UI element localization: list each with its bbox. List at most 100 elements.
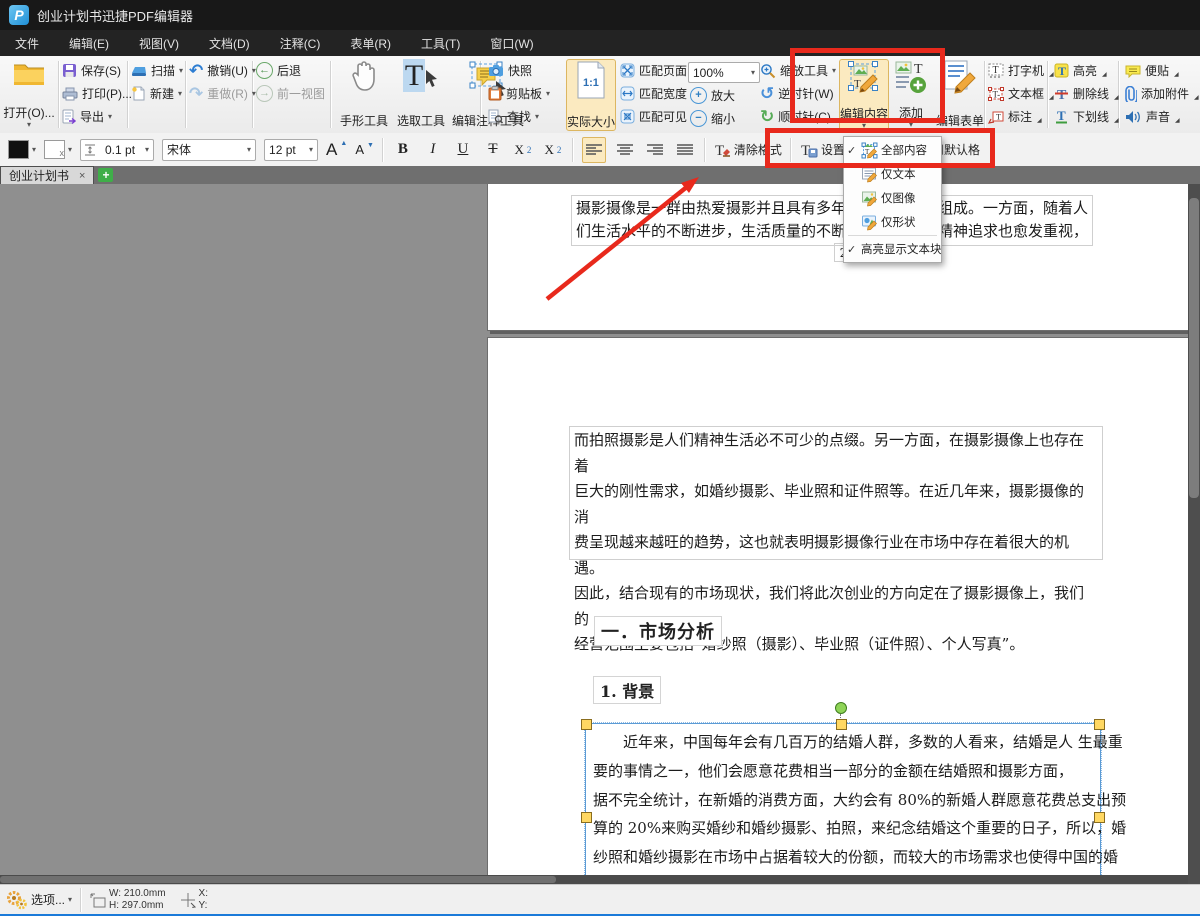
stroke-color-picker[interactable]: x ▾ bbox=[44, 140, 72, 159]
resize-handle-mid-right[interactable] bbox=[1094, 812, 1105, 823]
tab-close-icon[interactable]: × bbox=[79, 170, 85, 182]
rotate-handle[interactable] bbox=[835, 702, 847, 714]
vertical-scrollbar[interactable] bbox=[1188, 184, 1200, 884]
undo-button[interactable]: ↶ 撤销(U)▾ bbox=[187, 59, 258, 82]
select-tool-button[interactable]: T 选取工具 bbox=[394, 59, 448, 129]
sticky-note-button[interactable]: 便贴◢ bbox=[1123, 59, 1200, 82]
new-tab-button[interactable]: + bbox=[98, 168, 113, 182]
font-size-select[interactable]: 12 pt ▾ bbox=[264, 139, 318, 161]
options-button[interactable]: 选项... ▾ bbox=[6, 890, 72, 910]
typewriter-button[interactable]: T 打字机◢ bbox=[986, 59, 1056, 82]
main-toolbar: 打开(O)... ▾ 保存(S) 打印(P)... 导出 ▾ 扫描▾ bbox=[0, 56, 1200, 134]
textbox-button[interactable]: T- 文本框◢ bbox=[986, 82, 1056, 105]
heading-1[interactable]: 一．市场分析 bbox=[594, 616, 722, 646]
redo-button[interactable]: ↷ 重做(R)▾ bbox=[187, 82, 258, 105]
shapes-only-icon bbox=[861, 214, 878, 231]
back-button[interactable]: ← 后退 bbox=[254, 59, 327, 82]
increase-font-button[interactable]: A▲ bbox=[326, 140, 347, 160]
svg-text:T: T bbox=[715, 143, 724, 158]
hand-tool-button[interactable]: 手形工具 bbox=[336, 59, 392, 129]
document-tab[interactable]: 创业计划书 × bbox=[0, 166, 94, 184]
export-icon bbox=[62, 109, 76, 124]
callout-button[interactable]: T 标注◢ bbox=[986, 105, 1056, 128]
document-canvas[interactable]: 摄影摄像是一群由热爱摄影并且具有多年群组成。一方面，随着人 们生活水平的不断进步… bbox=[0, 184, 1200, 884]
zoom-in-button[interactable]: + 放大 bbox=[688, 84, 760, 107]
menu-item-images-only[interactable]: 仅图像 bbox=[844, 186, 941, 210]
superscript-button[interactable]: X2 bbox=[542, 138, 564, 162]
fill-color-picker[interactable]: ▾ bbox=[8, 140, 36, 159]
align-right-button[interactable] bbox=[644, 138, 666, 162]
chevron-down-icon: ▾ bbox=[309, 146, 313, 154]
strikeout-button[interactable]: T 删除线◢ bbox=[1052, 82, 1121, 105]
actual-size-icon: 1:1 bbox=[575, 60, 607, 100]
align-justify-button[interactable] bbox=[674, 138, 696, 162]
paragraph-block[interactable]: 而拍照摄影是人们精神生活必不可少的点缀。另一方面，在摄影摄像上也存在着 巨大的刚… bbox=[569, 426, 1103, 560]
highlight-button[interactable]: T 高亮◢ bbox=[1052, 59, 1121, 82]
scan-group: 扫描▾ 新建▾ bbox=[129, 59, 185, 105]
subscript-button[interactable]: X2 bbox=[512, 138, 534, 162]
align-left-button[interactable] bbox=[582, 137, 606, 163]
attachment-button[interactable]: 添加附件◢ bbox=[1123, 82, 1200, 105]
chevron-down-icon: ▾ bbox=[32, 146, 36, 154]
menu-form[interactable]: 表单(R) bbox=[335, 30, 406, 56]
title-bar: P 创业计划书迅捷PDF编辑器 bbox=[0, 0, 1200, 30]
highlight-icon: T bbox=[1054, 63, 1069, 78]
selected-text-block[interactable]: 近年来，中国每年会有几百万的结婚人群，多数的人看来，结婚是人 生最重 要的事情之… bbox=[585, 723, 1101, 884]
underline-format-button[interactable]: U bbox=[452, 138, 474, 162]
horizontal-scrollbar[interactable] bbox=[0, 875, 1188, 884]
page-size-indicator: W: 210.0mmH: 297.0mm bbox=[90, 888, 166, 912]
fill-color-swatch bbox=[8, 140, 29, 159]
actual-size-button[interactable]: 1:1 实际大小 bbox=[566, 59, 616, 131]
clipboard-icon bbox=[488, 86, 502, 101]
resize-handle-top-left[interactable] bbox=[581, 719, 592, 730]
menu-comment[interactable]: 注释(C) bbox=[265, 30, 336, 56]
align-center-button[interactable] bbox=[614, 138, 636, 162]
menu-edit[interactable]: 编辑(E) bbox=[54, 30, 124, 56]
zoom-out-button[interactable]: − 缩小 bbox=[688, 107, 760, 130]
sound-button[interactable]: 声音◢ bbox=[1123, 105, 1200, 128]
fit-page-icon bbox=[620, 63, 635, 78]
open-button[interactable]: 打开(O)... ▾ bbox=[2, 59, 56, 129]
resize-handle-mid-left[interactable] bbox=[581, 812, 592, 823]
vertical-scrollbar-thumb[interactable] bbox=[1189, 198, 1199, 498]
new-button[interactable]: 新建▾ bbox=[129, 82, 185, 105]
previous-view-button[interactable]: → 前一视图 bbox=[254, 82, 327, 105]
text-block[interactable]: 摄影摄像是一群由热爱摄影并且具有多年群组成。一方面，随着人 们生活水平的不断进步… bbox=[571, 195, 1093, 246]
menu-file[interactable]: 文件 bbox=[0, 30, 54, 56]
horizontal-scrollbar-thumb[interactable] bbox=[0, 876, 556, 883]
fit-visible-button[interactable]: 匹配可见 bbox=[618, 105, 689, 128]
scan-button[interactable]: 扫描▾ bbox=[129, 59, 185, 82]
save-button[interactable]: 保存(S) bbox=[60, 59, 134, 82]
strikethrough-format-button[interactable]: T bbox=[482, 138, 504, 162]
underline-button[interactable]: T 下划线◢ bbox=[1052, 105, 1121, 128]
print-button[interactable]: 打印(P)... bbox=[60, 82, 134, 105]
text-line: 们生活水平的不断进步，生活质量的不断的精神追求也愈发重视， bbox=[572, 220, 1092, 243]
zoom-level-select[interactable]: 100%▾ bbox=[688, 62, 760, 83]
window-title: 创业计划书迅捷PDF编辑器 bbox=[37, 6, 193, 25]
bold-button[interactable]: B bbox=[392, 138, 414, 162]
pdf-page-2: 而拍照摄影是人们精神生活必不可少的点缀。另一方面，在摄影摄像上也存在着 巨大的刚… bbox=[487, 337, 1189, 884]
menu-document[interactable]: 文档(D) bbox=[194, 30, 265, 56]
fit-visible-icon bbox=[620, 109, 635, 124]
resize-handle-top-center[interactable] bbox=[836, 719, 847, 730]
menu-window[interactable]: 窗口(W) bbox=[475, 30, 548, 56]
menu-tools[interactable]: 工具(T) bbox=[406, 30, 475, 56]
submenu-corner-icon: ◢ bbox=[1114, 117, 1119, 124]
clipboard-button[interactable]: 剪贴板▾ bbox=[486, 82, 552, 105]
resize-handle-top-right[interactable] bbox=[1094, 719, 1105, 730]
annotation-rect-apply-default bbox=[765, 128, 995, 168]
export-button[interactable]: 导出 ▾ bbox=[60, 105, 134, 128]
submenu-corner-icon: ◢ bbox=[1102, 71, 1107, 78]
italic-button[interactable]: I bbox=[422, 138, 444, 162]
menu-view[interactable]: 视图(V) bbox=[124, 30, 194, 56]
stroke-width-select[interactable]: 0.1 pt ▾ bbox=[80, 139, 154, 161]
font-family-select[interactable]: 宋体 ▾ bbox=[162, 139, 256, 161]
find-button[interactable]: 查找▾ bbox=[486, 105, 552, 128]
decrease-font-button[interactable]: A▼ bbox=[355, 142, 374, 157]
fit-width-button[interactable]: 匹配宽度 bbox=[618, 82, 689, 105]
snapshot-button[interactable]: 快照 bbox=[486, 59, 552, 82]
fit-page-button[interactable]: 匹配页面 bbox=[618, 59, 689, 82]
menu-item-shapes-only[interactable]: 仅形状 bbox=[844, 210, 941, 234]
menu-item-highlight-text-blocks[interactable]: ✓ 高亮显示文本块 bbox=[844, 237, 941, 261]
heading-2[interactable]: 1. 背景 bbox=[593, 676, 661, 704]
